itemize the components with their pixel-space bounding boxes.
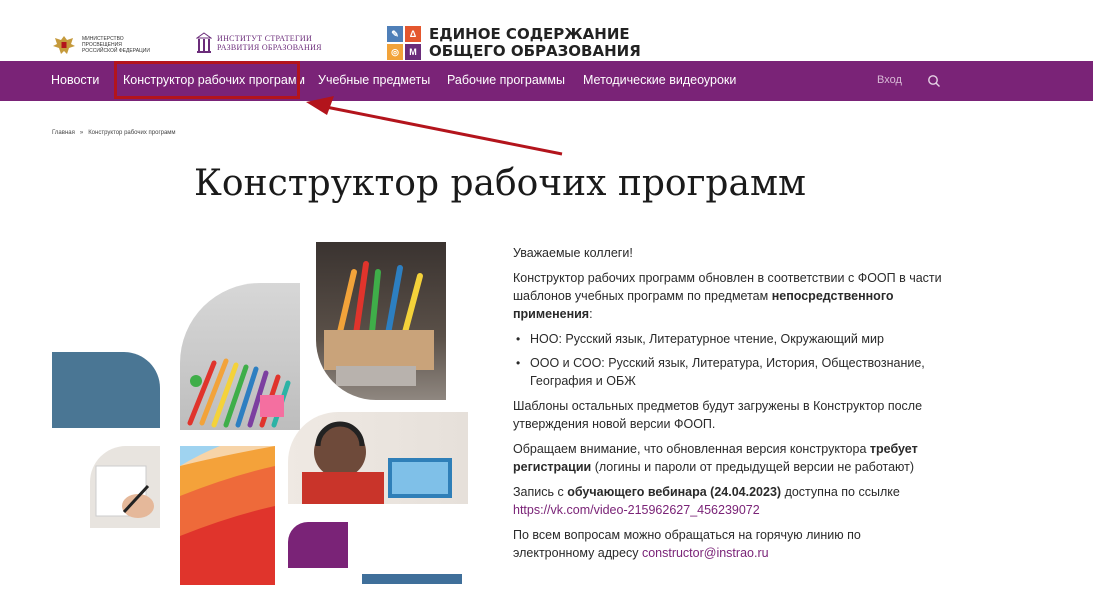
annotation-arrow-icon xyxy=(306,96,563,156)
collage-student-image xyxy=(288,412,468,504)
subject-list: НОО: Русский язык, Литературное чтение, … xyxy=(513,330,943,390)
collage-blue-strip xyxy=(362,574,462,584)
brand-logo[interactable]: ✎ Δ ◎ М ЕДИНОЕ СОДЕРЖАНИЕ ОБЩЕГО ОБРАЗОВ… xyxy=(387,26,641,60)
list-item: ООО и СОО: Русский язык, Литература, Ист… xyxy=(516,354,943,390)
list-item: НОО: Русский язык, Литературное чтение, … xyxy=(516,330,943,348)
institute-logo[interactable]: Институт стратегии развития образования xyxy=(196,32,322,54)
announcement-p5: По всем вопросам можно обращаться на гор… xyxy=(513,528,861,560)
brand-tiles: ✎ Δ ◎ М xyxy=(387,26,421,60)
announcement-p3: Обращаем внимание, что обновленная верси… xyxy=(513,442,918,474)
breadcrumb: Главная » Конструктор рабочих программ xyxy=(52,130,176,136)
nav-item-work-programs[interactable]: Рабочие программы xyxy=(447,73,565,87)
brand-line1: ЕДИНОЕ СОДЕРЖАНИЕ xyxy=(429,25,630,43)
collage-paper-curl-image xyxy=(180,446,275,585)
nav-item-news[interactable]: Новости xyxy=(51,73,99,87)
breadcrumb-current: Конструктор рабочих программ xyxy=(88,130,176,136)
institute-text-line1: Институт стратегии xyxy=(217,34,313,43)
login-link[interactable]: Вход xyxy=(877,74,902,86)
announcement-p2: Шаблоны остальных предметов будут загруж… xyxy=(513,399,923,431)
announcement-p4: Запись с обучающего вебинара (24.04.2023… xyxy=(513,485,900,517)
brand-tile-target-icon: ◎ xyxy=(387,44,403,60)
ministry-text: Министерство просвещения Российской Феде… xyxy=(82,36,150,54)
eagle-emblem-icon xyxy=(53,36,75,54)
brand-line2: ОБЩЕГО ОБРАЗОВАНИЯ xyxy=(429,42,641,60)
institute-building-icon xyxy=(196,32,212,53)
institute-text-line2: развития образования xyxy=(217,43,322,52)
brand-tile-pencil-icon: ✎ xyxy=(387,26,403,42)
collage-blue-tile xyxy=(52,352,160,428)
highlight-box xyxy=(114,61,300,99)
collage-hand-drawing-image xyxy=(90,446,160,528)
email-link[interactable]: constructor@instrao.ru xyxy=(642,546,769,560)
collage-pencils-image xyxy=(180,283,300,430)
announcement-p1: Конструктор рабочих программ обновлен в … xyxy=(513,271,942,321)
page-title: Конструктор рабочих программ xyxy=(194,163,806,204)
brand-tile-letter-icon: М xyxy=(405,44,421,60)
announcement-text: Уважаемые коллеги! Конструктор рабочих п… xyxy=(513,244,943,569)
ministry-logo[interactable]: Министерство просвещения Российской Феде… xyxy=(52,34,152,56)
site-header: Министерство просвещения Российской Феде… xyxy=(0,0,1093,60)
collage-purple-tile xyxy=(288,522,348,568)
hero-collage xyxy=(52,240,472,585)
greeting: Уважаемые коллеги! xyxy=(513,246,633,260)
search-icon[interactable] xyxy=(927,74,941,88)
breadcrumb-separator: » xyxy=(79,130,84,136)
nav-item-subjects[interactable]: Учебные предметы xyxy=(318,73,430,87)
brand-tile-triangle-icon: Δ xyxy=(405,26,421,42)
webinar-link[interactable]: https://vk.com/video-215962627_456239072 xyxy=(513,503,760,517)
breadcrumb-home[interactable]: Главная xyxy=(52,130,75,136)
nav-item-video-lessons[interactable]: Методические видеоуроки xyxy=(583,73,736,87)
collage-pencil-cup-image xyxy=(316,242,446,400)
